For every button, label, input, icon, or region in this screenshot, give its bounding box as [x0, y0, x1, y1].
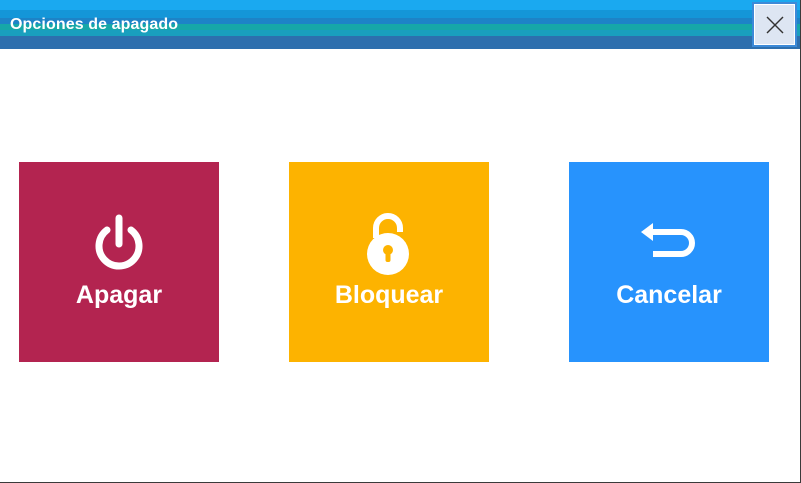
close-icon — [766, 16, 784, 34]
shutdown-options-dialog: Opciones de apagado Apagar Bloquear Canc… — [0, 0, 801, 483]
power-icon — [95, 214, 143, 270]
lock-button[interactable]: Bloquear — [289, 162, 489, 362]
return-arrow-icon — [641, 223, 695, 257]
shutdown-button[interactable]: Apagar — [19, 162, 219, 362]
lock-label: Bloquear — [334, 281, 444, 309]
window-title: Opciones de apagado — [10, 16, 179, 33]
power-icon-wrap — [19, 210, 219, 276]
lock-icon-wrap — [289, 210, 489, 276]
lock-icon — [367, 213, 409, 275]
close-button[interactable] — [752, 2, 797, 47]
cancel-button[interactable]: Cancelar — [569, 162, 769, 362]
cancel-label: Cancelar — [616, 281, 722, 309]
title-bar[interactable]: Opciones de apagado — [0, 0, 800, 49]
shutdown-label: Apagar — [75, 281, 163, 309]
return-arrow-icon-wrap — [569, 210, 769, 276]
